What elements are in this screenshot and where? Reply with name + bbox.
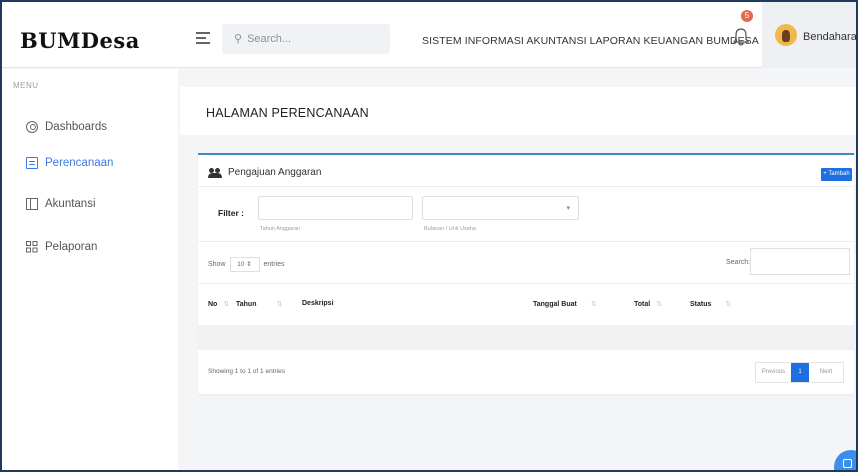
sidebar-item-label: Akuntansi (45, 198, 96, 210)
column-header-no[interactable]: No ⇅ (208, 300, 230, 309)
brand-logo[interactable]: BUMDesa (20, 28, 140, 53)
sort-icon: ⇅ (223, 301, 230, 308)
sidebar-item-label: Perencanaan (45, 157, 114, 169)
budget-card: Pengajuan Anggaran + Tambah Filter : Tah… (198, 153, 854, 394)
sort-icon: ⇅ (725, 301, 732, 308)
entries-label: entries (263, 261, 285, 268)
divider (198, 241, 854, 242)
card-title: Pengajuan Anggaran (208, 167, 321, 178)
table-search-input[interactable] (750, 248, 850, 275)
year-filter-input[interactable] (258, 196, 413, 220)
users-icon (208, 167, 222, 178)
year-filter-help: Tahun Anggaran (260, 226, 301, 232)
chevron-down-icon: ▾ (566, 205, 570, 212)
table-info: Showing 1 to 1 of 1 entries (208, 368, 285, 375)
page-title: HALAMAN PERENCANAAN (206, 106, 369, 120)
system-title: SISTEM INFORMASI AKUNTANSI LAPORAN KEUAN… (422, 35, 759, 47)
hamburger-menu-icon[interactable] (196, 32, 210, 44)
avatar[interactable] (775, 24, 797, 46)
top-navbar: BUMDesa ⚲ Search... SISTEM INFORMASI AKUN… (2, 2, 856, 68)
add-button[interactable]: + Tambah (821, 168, 852, 181)
card-title-text: Pengajuan Anggaran (228, 167, 322, 178)
column-header-total[interactable]: Total ⇅ (634, 300, 663, 309)
unit-filter-select[interactable]: ▾ (422, 196, 579, 220)
search-input[interactable]: ⚲ Search... (222, 24, 390, 54)
column-header-tanggal-buat[interactable]: Tanggal Buat ⇅ (533, 300, 597, 309)
search-icon: ⚲ (234, 33, 243, 45)
sort-icon: ⇅ (276, 301, 283, 308)
sidebar-item-dashboards[interactable]: Dashboards (26, 119, 107, 135)
sidebar-item-label: Pelaporan (45, 241, 98, 253)
sort-icon: ⇅ (656, 301, 663, 308)
bell-icon[interactable] (732, 27, 750, 47)
column-header-status[interactable]: Status ⇅ (690, 300, 732, 309)
user-name[interactable]: Bendahara (803, 31, 856, 43)
search-placeholder: Search... (247, 33, 292, 45)
grid-icon (26, 241, 38, 253)
notification-badge: 5 (741, 10, 753, 22)
sidebar-menu-heading: MENU (13, 81, 39, 90)
dashboard-icon (26, 121, 38, 133)
book-icon (26, 198, 38, 210)
table-row (198, 325, 854, 350)
settings-fab-button[interactable] (834, 450, 856, 470)
sidebar-item-label: Dashboards (45, 121, 108, 133)
entries-length-control: Show 10 ⇕ entries (208, 257, 285, 272)
divider (198, 283, 854, 284)
card-header: Pengajuan Anggaran + Tambah (198, 155, 854, 187)
user-menu[interactable]: Bendahara (762, 2, 856, 68)
app-window: BUMDesa ⚲ Search... SISTEM INFORMASI AKUN… (0, 0, 858, 472)
column-header-deskripsi[interactable]: Deskripsi (302, 300, 334, 307)
page-1-button[interactable]: 1 (791, 363, 809, 382)
next-page-button[interactable]: Next (809, 363, 843, 382)
sort-icon: ⇅ (590, 301, 597, 308)
sidebar-item-akuntansi[interactable]: Akuntansi (26, 196, 96, 212)
entries-select[interactable]: 10 ⇕ (229, 257, 260, 272)
column-header-tahun[interactable]: Tahun ⇅ (236, 300, 283, 309)
show-label: Show (208, 261, 226, 268)
table-search-label: Search: (726, 259, 751, 266)
pagination: Previous 1 Next (755, 362, 844, 383)
page-header: HALAMAN PERENCANAAN (180, 87, 856, 135)
sidebar: MENU Dashboards Perencanaan Akuntansi Pe… (2, 69, 178, 470)
previous-page-button[interactable]: Previous (756, 363, 791, 382)
filter-label: Filter : (218, 208, 244, 218)
unit-filter-help: Bulanan / Unit Usaha (424, 226, 476, 232)
clipboard-icon (26, 157, 38, 169)
sidebar-item-perencanaan[interactable]: Perencanaan (26, 155, 113, 171)
sidebar-item-pelaporan[interactable]: Pelaporan (26, 239, 97, 255)
